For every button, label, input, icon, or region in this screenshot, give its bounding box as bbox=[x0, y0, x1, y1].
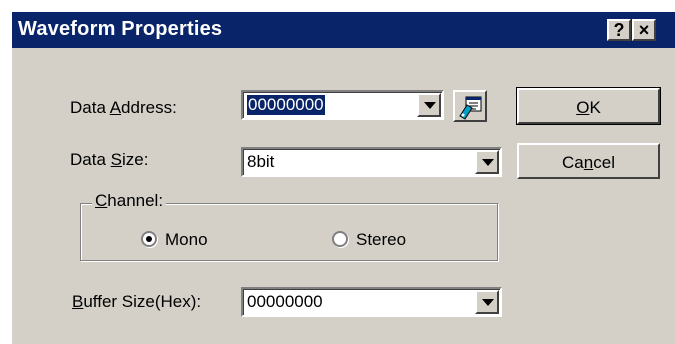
data-size-combo[interactable]: 8bit bbox=[241, 147, 502, 177]
ok-button-label: OK bbox=[576, 98, 601, 117]
stereo-radio[interactable] bbox=[332, 231, 348, 247]
data-size-label: Data Size: bbox=[70, 150, 149, 169]
waveform-properties-dialog: Waveform Properties ? × Data Address: 00… bbox=[10, 10, 675, 344]
buffer-size-dropdown-button[interactable] bbox=[475, 290, 499, 314]
close-button[interactable]: × bbox=[632, 19, 656, 41]
data-address-combo[interactable]: 00000000 bbox=[241, 90, 444, 120]
help-icon: ? bbox=[613, 20, 625, 40]
chevron-down-icon bbox=[482, 299, 494, 306]
buffer-size-combo[interactable]: 00000000 bbox=[241, 287, 502, 317]
channel-group-label: Channel: bbox=[92, 191, 167, 211]
mono-radio[interactable] bbox=[141, 231, 157, 247]
chevron-down-icon bbox=[424, 102, 436, 109]
buffer-size-label: Buffer Size(Hex): bbox=[72, 292, 202, 311]
dialog-title: Waveform Properties bbox=[18, 18, 223, 40]
help-button[interactable]: ? bbox=[607, 19, 631, 41]
mono-label[interactable]: Mono bbox=[165, 230, 208, 250]
memory-browse-icon bbox=[459, 96, 482, 120]
data-address-label: Data Address: bbox=[70, 98, 177, 117]
data-size-value[interactable]: 8bit bbox=[247, 152, 274, 172]
address-browse-button[interactable] bbox=[453, 90, 487, 122]
cancel-button[interactable]: Cancel bbox=[517, 143, 660, 179]
close-icon: × bbox=[638, 20, 650, 40]
title-bar[interactable]: Waveform Properties ? × bbox=[12, 12, 675, 48]
cancel-button-label: Cancel bbox=[562, 153, 615, 172]
data-address-value[interactable]: 00000000 bbox=[246, 94, 326, 116]
data-address-dropdown-button[interactable] bbox=[417, 93, 441, 117]
buffer-size-value[interactable]: 00000000 bbox=[247, 292, 323, 312]
radio-selected-dot bbox=[146, 236, 152, 242]
ok-button[interactable]: OK bbox=[516, 87, 661, 125]
data-size-dropdown-button[interactable] bbox=[475, 150, 499, 174]
channel-groupbox bbox=[80, 203, 498, 261]
chevron-down-icon bbox=[482, 159, 494, 166]
stereo-label[interactable]: Stereo bbox=[356, 230, 406, 250]
